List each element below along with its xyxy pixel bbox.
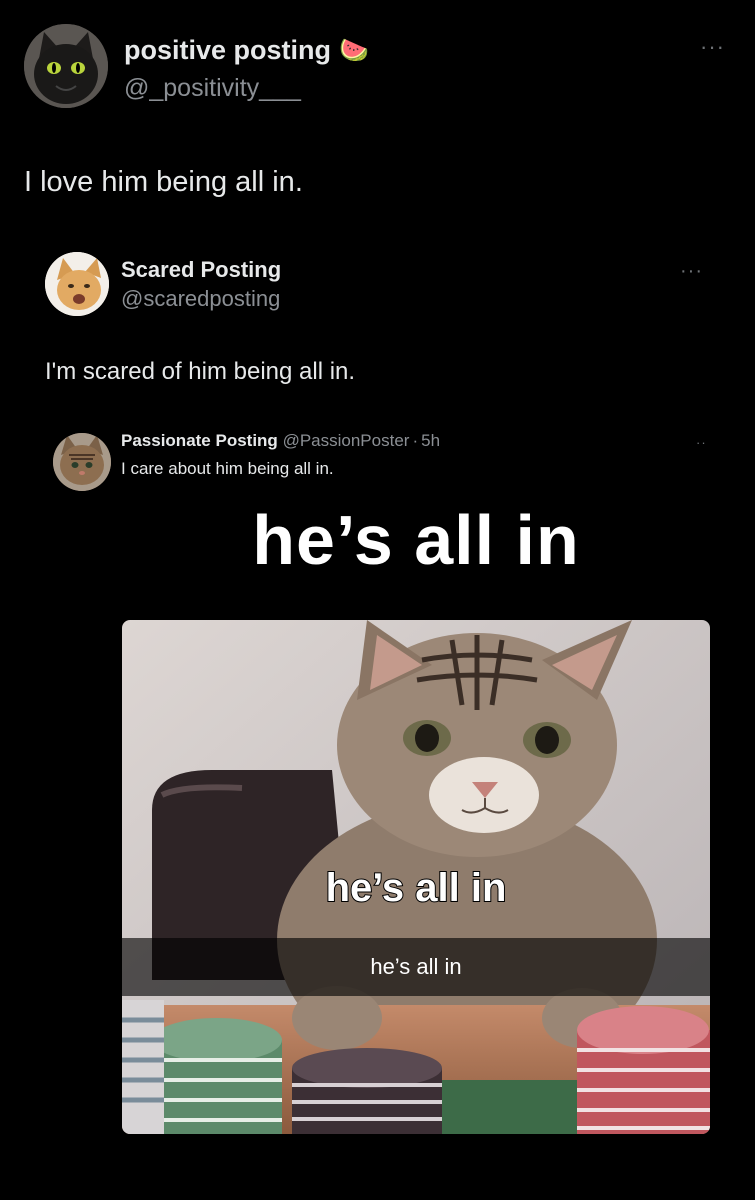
avatar-scared-posting[interactable] [45, 252, 109, 316]
dark-chip-stack [292, 1048, 442, 1134]
watermelon-emoji: 🍉 [339, 36, 369, 64]
handle[interactable]: @_positivity___ [124, 74, 301, 103]
post-time[interactable]: 5h [421, 431, 440, 450]
avatar-passionate-posting[interactable] [53, 433, 111, 491]
main-post-name-row: positive posting 🍉 [124, 30, 369, 70]
meme-bar-caption: he’s all in [370, 954, 462, 979]
nested-quote-header: Passionate Posting @PassionPoster · 5h [121, 431, 440, 451]
nested-post-text: I care about him being all in. [121, 459, 334, 478]
orange-cat-avatar-image [45, 252, 109, 316]
tabby-cat-avatar-image [53, 433, 111, 491]
post-text: I love him being all in. [24, 166, 303, 198]
quoted-handle[interactable]: @scaredposting [121, 286, 280, 312]
meme-middle-caption: he’s all in [325, 865, 508, 911]
nested-display-name[interactable]: Passionate Posting [121, 431, 278, 450]
nested-handle[interactable]: @PassionPoster [283, 431, 410, 450]
quoted-display-name[interactable]: Scared Posting [121, 257, 281, 283]
quoted-ellipsis-icon[interactable]: ··· [680, 261, 703, 281]
meme-photo: he’s all in he’s all in [122, 620, 710, 1134]
red-chip-stack [577, 1006, 710, 1134]
meme-top-caption: he’s all in [252, 501, 580, 579]
separator-dot: · [412, 431, 419, 450]
green-chip-stack [152, 1018, 282, 1134]
ellipsis-icon[interactable]: ··· [700, 36, 725, 58]
avatar-positive-posting[interactable] [24, 24, 108, 108]
quoted-post-text: I'm scared of him being all in. [45, 358, 356, 385]
nested-ellipsis-icon[interactable]: ·· [696, 436, 707, 449]
grey-chip-stack [122, 1000, 164, 1134]
meme-caption-bar: he’s all in [122, 938, 710, 996]
meme-image[interactable]: he’s all in he’s all in he’s all in [122, 492, 710, 1134]
display-name[interactable]: positive posting [124, 35, 331, 66]
black-cat-avatar-image [24, 24, 108, 108]
